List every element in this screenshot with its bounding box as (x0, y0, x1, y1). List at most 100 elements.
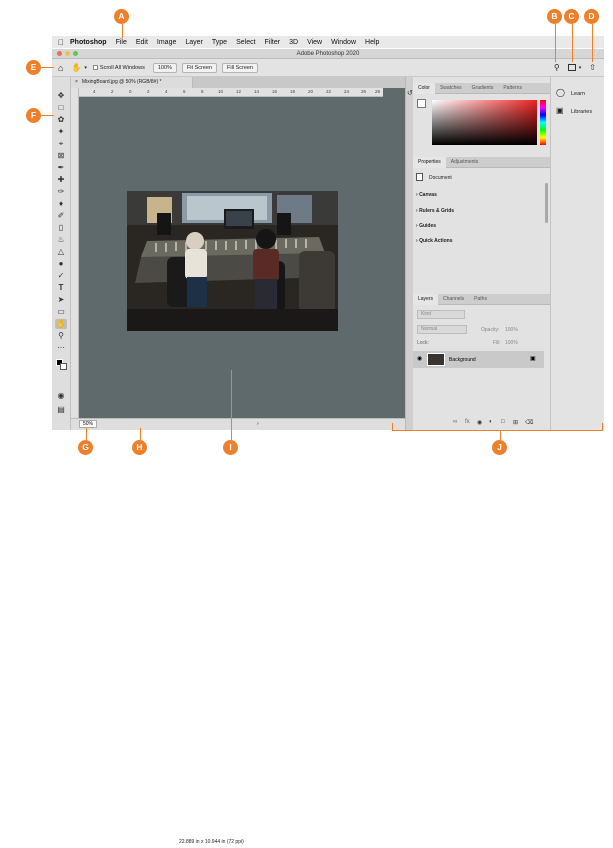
magic-wand-tool-icon[interactable]: ✦ (55, 127, 67, 137)
learn-icon[interactable]: ◯ (556, 88, 565, 97)
learn-label[interactable]: Learn (571, 91, 585, 97)
document-tab[interactable]: × MixingBoard.jpg @ 50% (RGB/8#) * (71, 77, 193, 88)
share-icon[interactable]: ⇧ (589, 63, 596, 72)
new-group-icon[interactable]: □ (501, 419, 505, 425)
pen-tool-icon[interactable]: ✓ (55, 271, 67, 281)
zoom-tool-icon[interactable]: ⚲ (55, 331, 67, 341)
blur-tool-icon[interactable]: △ (55, 247, 67, 257)
color-panel-tabs: Color Swatches Gradients Patterns (413, 82, 550, 94)
crop-tool-icon[interactable]: ⌖ (55, 139, 67, 149)
add-mask-icon[interactable]: ◉ (477, 419, 482, 426)
history-icon[interactable]: ↺ (407, 89, 413, 97)
ruler-tick: 14 (254, 89, 260, 94)
section-canvas[interactable]: › Canvas (416, 192, 437, 198)
frame-tool-icon[interactable]: ⊠ (55, 151, 67, 161)
vertical-ruler[interactable] (71, 88, 79, 418)
quick-mask-icon[interactable]: ◉ (55, 391, 67, 401)
libraries-icon[interactable]: ▣ (556, 106, 564, 115)
color-field[interactable] (432, 100, 537, 145)
panels-column: Color Swatches Gradients Patterns Proper… (413, 77, 550, 430)
hue-slider[interactable] (540, 100, 546, 145)
section-guides[interactable]: › Guides (416, 223, 436, 229)
tab-paths[interactable]: Paths (469, 294, 492, 305)
close-tab-icon[interactable]: × (75, 79, 78, 85)
menu-3d[interactable]: 3D (289, 39, 298, 46)
new-layer-icon[interactable]: ⊞ (513, 419, 518, 426)
section-quick-actions[interactable]: › Quick Actions (416, 238, 453, 244)
menu-view[interactable]: View (307, 39, 322, 46)
tab-properties[interactable]: Properties (413, 156, 446, 168)
brush-tool-icon[interactable]: ✑ (55, 187, 67, 197)
options-bar: ⌂ ✋ ▾ Scroll All Windows 100% Fit Screen… (52, 59, 604, 77)
eye-icon[interactable]: ◉ (417, 355, 422, 362)
tab-channels[interactable]: Channels (438, 294, 469, 305)
tab-adjustments[interactable]: Adjustments (446, 157, 484, 168)
healing-tool-icon[interactable]: ✚ (55, 175, 67, 185)
callout-a-line (122, 24, 123, 38)
apple-icon[interactable]:  (58, 38, 70, 47)
marquee-tool-icon[interactable]: □ (55, 103, 67, 113)
zoom-100-button[interactable]: 100% (152, 62, 177, 73)
dodge-tool-icon[interactable]: ● (55, 259, 67, 269)
menu-window[interactable]: Window (331, 39, 356, 46)
background-color-swatch[interactable] (60, 363, 67, 370)
layer-row-background[interactable]: ◉ Background ▣ (413, 351, 544, 368)
clone-stamp-tool-icon[interactable]: ♦ (55, 199, 67, 209)
home-icon[interactable]: ⌂ (58, 63, 63, 73)
workspace-chevron-icon[interactable]: ▾ (579, 65, 582, 71)
scroll-all-checkbox[interactable] (92, 65, 98, 70)
section-rulers-grids[interactable]: › Rulers & Grids (416, 208, 454, 214)
more-tools-icon[interactable]: ⋯ (55, 343, 67, 353)
link-layers-icon[interactable]: ∞ (453, 419, 457, 425)
callout-c-line (572, 24, 573, 62)
document-canvas-image[interactable] (127, 191, 338, 331)
tab-swatches[interactable]: Swatches (435, 83, 467, 94)
menu-layer[interactable]: Layer (185, 39, 203, 46)
tab-color[interactable]: Color (413, 82, 435, 94)
rectangle-tool-icon[interactable]: ▭ (55, 307, 67, 317)
chevron-down-icon[interactable]: ▾ (84, 65, 87, 71)
search-icon[interactable]: ⚲ (554, 63, 560, 72)
menu-filter[interactable]: Filter (265, 39, 281, 46)
callout-j-bracket-right (602, 423, 603, 431)
screen-mode-icon[interactable]: ▤ (55, 405, 67, 415)
menu-edit[interactable]: Edit (136, 39, 148, 46)
tab-gradients[interactable]: Gradients (467, 83, 499, 94)
menu-file[interactable]: File (116, 39, 127, 46)
fill-value[interactable]: 100% (505, 340, 518, 346)
screenshot-root:  Photoshop File Edit Image Layer Type S… (0, 0, 613, 845)
menu-select[interactable]: Select (236, 39, 255, 46)
fit-screen-button[interactable]: Fit Screen (181, 62, 218, 73)
path-selection-tool-icon[interactable]: ➤ (55, 295, 67, 305)
opacity-value[interactable]: 100% (505, 327, 518, 333)
paint-bucket-tool-icon[interactable]: ♨ (55, 235, 67, 245)
menu-type[interactable]: Type (212, 39, 227, 46)
hand-tool-active-icon[interactable]: ✋ (55, 319, 67, 329)
status-chevron-icon[interactable]: › (257, 419, 259, 430)
delete-layer-icon[interactable]: ⌫ (525, 419, 533, 426)
layer-filter-kind[interactable]: Kind (417, 310, 465, 319)
lasso-tool-icon[interactable]: ✿ (55, 115, 67, 125)
adjustment-layer-icon[interactable]: ◐ (489, 419, 493, 425)
blend-mode-select[interactable]: Normal (417, 325, 467, 334)
zoom-level-field[interactable]: 50% (79, 420, 97, 428)
fill-screen-button[interactable]: Fill Screen (222, 62, 258, 73)
move-tool-icon[interactable]: ✥ (55, 91, 67, 101)
callout-f-line (40, 115, 54, 116)
tab-patterns[interactable]: Patterns (498, 83, 527, 94)
menu-app-name[interactable]: Photoshop (70, 39, 107, 46)
eraser-tool-icon[interactable]: ▯ (55, 223, 67, 233)
type-tool-icon[interactable]: T (55, 283, 67, 293)
fx-icon[interactable]: fx (465, 419, 470, 425)
workspace-icon[interactable] (567, 64, 576, 71)
menu-image[interactable]: Image (157, 39, 176, 46)
tab-layers[interactable]: Layers (413, 293, 439, 305)
menu-help[interactable]: Help (365, 39, 379, 46)
eyedropper-tool-icon[interactable]: ✒ (55, 163, 67, 173)
libraries-label[interactable]: Libraries (571, 109, 592, 115)
horizontal-ruler[interactable]: 4 2 0 2 4 6 8 10 12 14 16 18 20 22 24 26… (79, 88, 383, 97)
history-brush-tool-icon[interactable]: ✐ (55, 211, 67, 221)
foreground-swatch[interactable] (417, 99, 426, 108)
hand-tool-icon[interactable]: ✋ (71, 63, 81, 72)
properties-scrollbar[interactable] (545, 183, 548, 223)
